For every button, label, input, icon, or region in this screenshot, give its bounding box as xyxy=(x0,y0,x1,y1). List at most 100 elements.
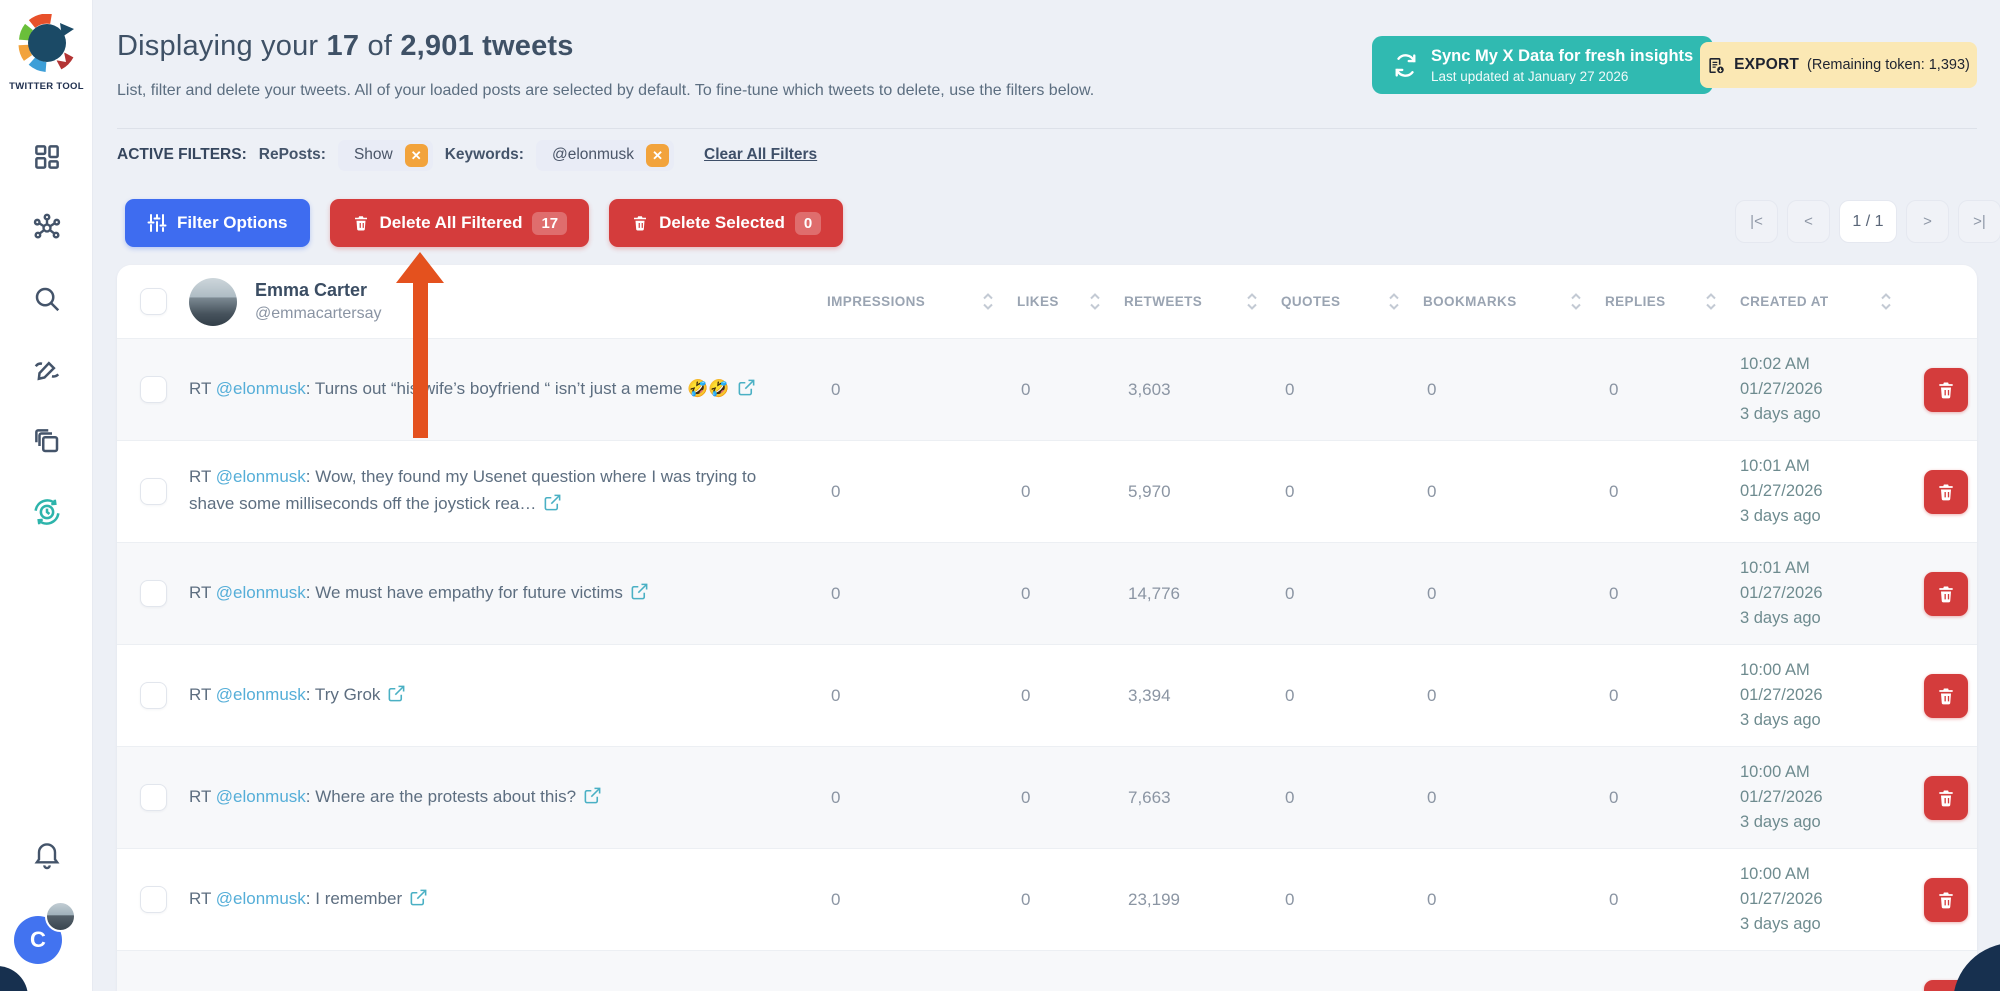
external-link-icon[interactable] xyxy=(409,888,428,915)
page-title: Displaying your 17 of 2,901 tweets xyxy=(117,30,574,63)
compose-icon xyxy=(32,355,62,385)
bookmarks-value: 0 xyxy=(1423,890,1605,910)
total-count: 2,901 tweets xyxy=(400,30,573,62)
sidebar: TWITTER TOOL xyxy=(0,0,93,991)
table-header-row: Emma Carter @emmacartersay IMPRESSIONS L… xyxy=(117,265,1977,338)
remove-keywords-filter-button[interactable]: ✕ xyxy=(646,144,669,167)
sidebar-item-dashboard[interactable] xyxy=(30,140,64,174)
page-title-middle: of xyxy=(367,30,392,62)
bookmarks-value: 0 xyxy=(1423,584,1605,604)
row-checkbox[interactable] xyxy=(140,886,167,913)
delete-tweet-button[interactable] xyxy=(1924,470,1968,514)
quotes-value: 0 xyxy=(1281,686,1423,706)
column-header-created-at: CREATED AT xyxy=(1740,291,1915,312)
external-link-icon[interactable] xyxy=(387,684,406,711)
delete-tweet-button[interactable] xyxy=(1924,776,1968,820)
remove-reposts-filter-button[interactable]: ✕ xyxy=(405,144,428,167)
sidebar-item-network[interactable] xyxy=(30,211,64,245)
likes-value: 0 xyxy=(1017,482,1124,502)
tweet-author-link[interactable]: @elonmusk xyxy=(216,379,306,398)
pagination-last-button[interactable]: >| xyxy=(1958,200,2000,243)
retweets-value: 14,776 xyxy=(1124,584,1281,604)
tweet-text: RT @elonmusk: I remember xyxy=(189,885,827,915)
tweet-row: RT @elonmusk: Where are the protests abo… xyxy=(117,746,1977,848)
delete-tweet-button[interactable] xyxy=(1924,572,1968,616)
external-link-icon[interactable] xyxy=(630,582,649,609)
bookmarks-value: 0 xyxy=(1423,686,1605,706)
delete-all-filtered-button[interactable]: Delete All Filtered 17 xyxy=(330,199,590,247)
row-checkbox[interactable] xyxy=(140,580,167,607)
tweet-row: RT @elonmusk: Turns out “his wife’s boyf… xyxy=(117,338,1977,440)
pagination-first-button[interactable]: |< xyxy=(1735,200,1778,243)
impressions-value: 0 xyxy=(827,788,1017,808)
actions-toolbar: Filter Options Delete All Filtered 17 De… xyxy=(125,199,843,247)
row-checkbox[interactable] xyxy=(140,682,167,709)
export-button[interactable]: EXPORT (Remaining token: 1,393) xyxy=(1700,42,1977,88)
pagination-prev-button[interactable]: < xyxy=(1787,200,1830,243)
bell-icon xyxy=(31,838,63,870)
tweet-author-link[interactable]: @elonmusk xyxy=(216,685,306,704)
sort-impressions-control[interactable] xyxy=(981,291,995,312)
sidebar-item-search[interactable] xyxy=(30,282,64,316)
tweet-text: RT @elonmusk: Wow, they found my Usenet … xyxy=(189,463,827,520)
row-checkbox[interactable] xyxy=(140,376,167,403)
trash-icon xyxy=(1936,380,1956,400)
bookmarks-value: 0 xyxy=(1423,380,1605,400)
sidebar-item-history-active[interactable] xyxy=(30,495,64,529)
created-at-value: 10:00 AM 01/27/2026 3 days ago xyxy=(1740,760,1915,835)
sort-likes-control[interactable] xyxy=(1088,291,1102,312)
active-filters-label: ACTIVE FILTERS: xyxy=(117,146,247,164)
row-checkbox[interactable] xyxy=(140,478,167,505)
delete-selected-count-badge: 0 xyxy=(795,212,821,235)
pagination-current-page: 1 / 1 xyxy=(1839,200,1897,243)
delete-tweet-button[interactable] xyxy=(1924,878,1968,922)
tweet-text: RT @elonmusk: Where are the protests abo… xyxy=(189,783,827,813)
clear-all-filters-link[interactable]: Clear All Filters xyxy=(704,146,817,164)
tweets-table: Emma Carter @emmacartersay IMPRESSIONS L… xyxy=(117,265,1977,991)
delete-tweet-button[interactable] xyxy=(1924,368,1968,412)
sort-created-at-control[interactable] xyxy=(1879,291,1893,312)
sync-data-button[interactable]: Sync My X Data for fresh insights Last u… xyxy=(1372,36,1713,94)
select-all-checkbox[interactable] xyxy=(140,288,167,315)
column-header-bookmarks: BOOKMARKS xyxy=(1423,291,1605,312)
tweet-author-link[interactable]: @elonmusk xyxy=(216,467,306,486)
notifications-button[interactable] xyxy=(0,838,93,870)
active-filters-bar: ACTIVE FILTERS: RePosts: Show ✕ Keywords… xyxy=(117,138,817,172)
tweet-author-link[interactable]: @elonmusk xyxy=(216,787,306,806)
external-link-icon[interactable] xyxy=(737,378,756,405)
copy-layers-icon xyxy=(32,426,62,456)
impressions-value: 0 xyxy=(827,380,1017,400)
sort-bookmarks-control[interactable] xyxy=(1569,291,1583,312)
column-header-likes: LIKES xyxy=(1017,291,1124,312)
trash-icon xyxy=(1936,788,1956,808)
delete-selected-button[interactable]: Delete Selected 0 xyxy=(609,199,843,247)
sidebar-item-copy[interactable] xyxy=(30,424,64,458)
sort-retweets-control[interactable] xyxy=(1245,291,1259,312)
row-checkbox[interactable] xyxy=(140,784,167,811)
sort-replies-control[interactable] xyxy=(1704,291,1718,312)
export-file-icon xyxy=(1707,56,1726,75)
impressions-value: 0 xyxy=(827,890,1017,910)
tweet-author-link[interactable]: @elonmusk xyxy=(216,889,306,908)
pagination-next-button[interactable]: > xyxy=(1906,200,1949,243)
dashboard-icon xyxy=(32,142,62,172)
network-hub-icon xyxy=(31,212,63,244)
sort-quotes-control[interactable] xyxy=(1387,291,1401,312)
replies-value: 0 xyxy=(1605,380,1740,400)
replies-value: 0 xyxy=(1605,890,1740,910)
page-title-prefix: Displaying your xyxy=(117,30,318,62)
sidebar-item-compose[interactable] xyxy=(30,353,64,387)
external-link-icon[interactable] xyxy=(583,786,602,813)
created-at-value: 10:02 AM 01/27/2026 3 days ago xyxy=(1740,352,1915,427)
delete-tweet-button[interactable] xyxy=(1924,674,1968,718)
delete-all-count-badge: 17 xyxy=(532,212,567,235)
tweet-author-link[interactable]: @elonmusk xyxy=(216,583,306,602)
filter-name-reposts: RePosts: xyxy=(259,146,326,164)
sync-label: Sync My X Data for fresh insights xyxy=(1431,47,1693,66)
filter-sliders-icon xyxy=(147,213,167,233)
chat-bubble-corner xyxy=(0,966,28,991)
tweet-text: RT @elonmusk: Try Grok xyxy=(189,681,827,711)
impressions-value: 0 xyxy=(827,482,1017,502)
filter-options-button[interactable]: Filter Options xyxy=(125,199,310,247)
external-link-icon[interactable] xyxy=(543,493,562,520)
